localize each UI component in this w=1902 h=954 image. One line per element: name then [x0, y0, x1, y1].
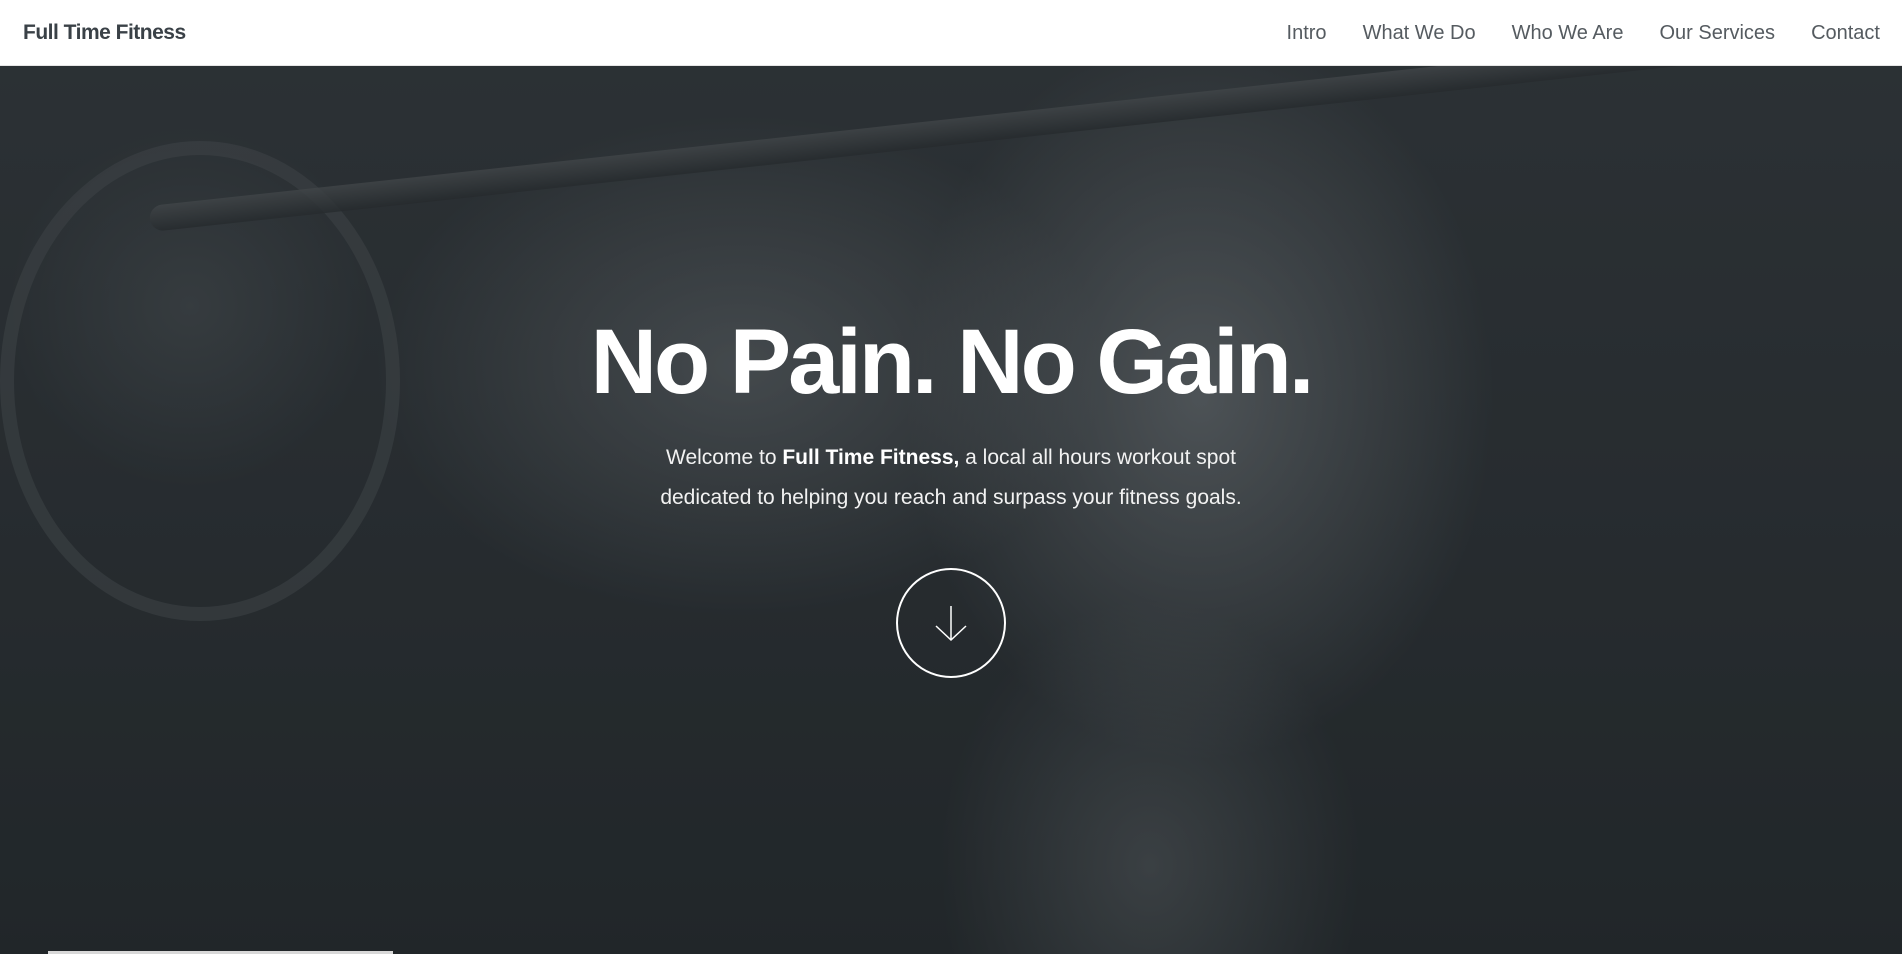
nav-link-who-we-are[interactable]: Who We Are	[1512, 22, 1624, 45]
arrow-down-icon	[935, 606, 967, 642]
hero-subtitle-brand: Full Time Fitness,	[782, 446, 960, 469]
hero-section: No Pain. No Gain. Welcome to Full Time F…	[0, 66, 1902, 954]
main-nav: Intro What We Do Who We Are Our Services…	[1287, 0, 1880, 66]
hero-subtitle-prefix: Welcome to	[666, 446, 783, 469]
nav-link-intro[interactable]: Intro	[1287, 22, 1327, 45]
nav-link-our-services[interactable]: Our Services	[1659, 22, 1775, 45]
hero-content: No Pain. No Gain. Welcome to Full Time F…	[0, 316, 1902, 518]
nav-link-what-we-do[interactable]: What We Do	[1363, 22, 1476, 45]
top-navbar: Full Time Fitness Intro What We Do Who W…	[0, 0, 1902, 66]
hero-title: No Pain. No Gain.	[590, 311, 1315, 413]
scroll-down-button[interactable]	[896, 568, 1006, 678]
site-logo-link[interactable]: Full Time Fitness	[23, 0, 186, 66]
nav-link-contact[interactable]: Contact	[1811, 22, 1880, 45]
hero-subtitle: Welcome to Full Time Fitness, a local al…	[631, 438, 1271, 518]
